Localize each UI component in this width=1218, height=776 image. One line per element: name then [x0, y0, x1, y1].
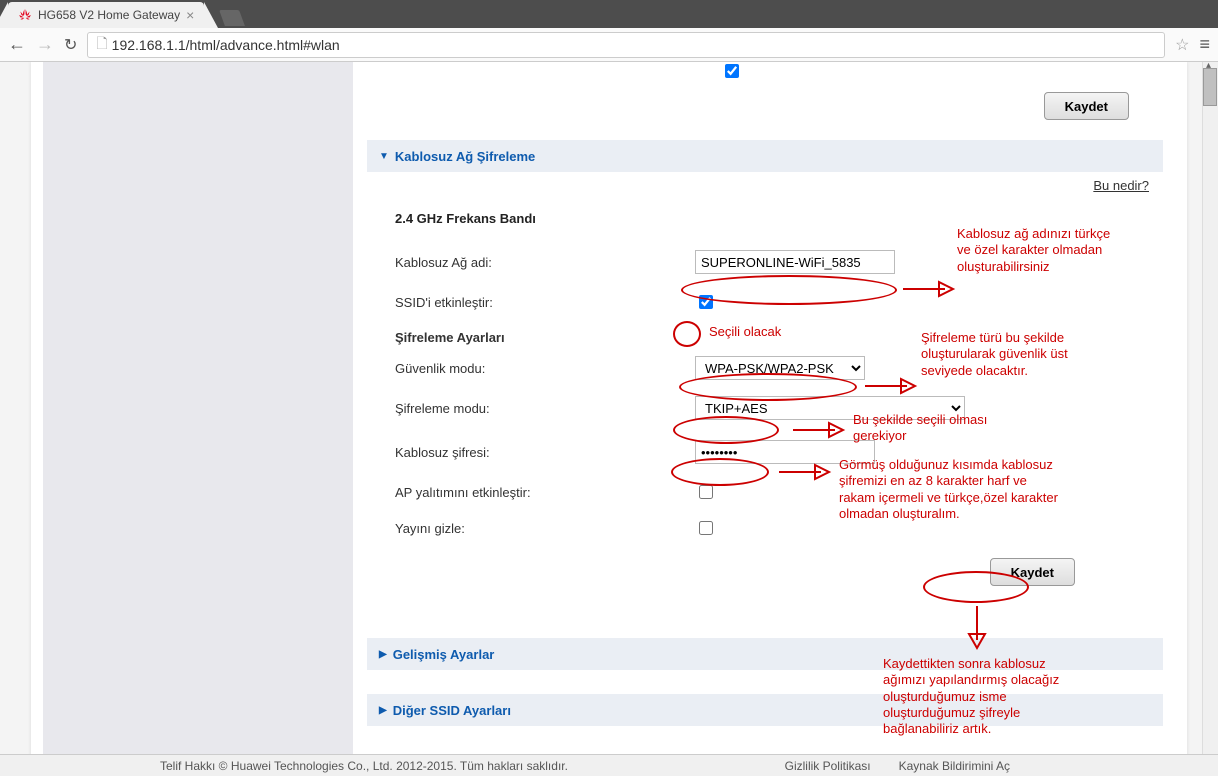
viewport: Kaydet ▼ Kablosuz Ağ Şifreleme Bu nedir?…	[0, 62, 1218, 776]
top-checkbox[interactable]	[725, 64, 739, 78]
url-bar[interactable]: 🗋 192.168.1.1/html/advance.html#wlan	[87, 32, 1165, 58]
page-background: Kaydet ▼ Kablosuz Ağ Şifreleme Bu nedir?…	[0, 62, 1218, 776]
tab-bar: HG658 V2 Home Gateway ×	[0, 0, 1218, 28]
forward-button[interactable]: →	[36, 34, 54, 55]
section-other-ssid[interactable]: ▶ Diğer SSID Ayarları	[367, 694, 1163, 726]
cutoff-row	[367, 62, 1163, 80]
save-button-top[interactable]: Kaydet	[1044, 92, 1129, 120]
scrollbar-thumb[interactable]	[1203, 68, 1217, 106]
ssid-label: Kablosuz Ağ adi:	[395, 255, 695, 270]
scrollbar[interactable]: ▴ ▾	[1202, 62, 1218, 776]
section-wifi-encryption[interactable]: ▼ Kablosuz Ağ Şifreleme	[367, 140, 1163, 172]
url-text: 192.168.1.1/html/advance.html#wlan	[112, 37, 340, 53]
ssid-enable-label: SSID'i etkinleştir:	[395, 295, 695, 310]
huawei-logo-icon	[18, 8, 32, 22]
help-link[interactable]: Bu nedir?	[1093, 178, 1149, 193]
sidebar	[43, 62, 353, 776]
reload-button[interactable]: ↻	[64, 35, 77, 55]
tab-title: HG658 V2 Home Gateway	[38, 8, 180, 22]
wifi-settings-form: 2.4 GHz Frekans Bandı Kablosuz Ağ adi: S…	[367, 193, 1163, 614]
chevron-right-icon: ▶	[379, 649, 387, 660]
main-content: Kaydet ▼ Kablosuz Ağ Şifreleme Bu nedir?…	[353, 62, 1175, 776]
password-label: Kablosuz şifresi:	[395, 445, 695, 460]
browser-chrome: HG658 V2 Home Gateway × ← → ↻ 🗋 192.168.…	[0, 0, 1218, 62]
privacy-link[interactable]: Gizlilik Politikası	[785, 759, 871, 773]
security-mode-label: Güvenlik modu:	[395, 361, 695, 376]
toolbar: ← → ↻ 🗋 192.168.1.1/html/advance.html#wl…	[0, 28, 1218, 62]
section-title: Gelişmiş Ayarlar	[393, 647, 495, 662]
ap-isolation-label: AP yalıtımını etkinleştir:	[395, 485, 695, 500]
footer: Telif Hakkı © Huawei Technologies Co., L…	[0, 754, 1218, 776]
section-title: Diğer SSID Ayarları	[393, 703, 511, 718]
hide-broadcast-label: Yayını gizle:	[395, 521, 695, 536]
ap-isolation-checkbox[interactable]	[699, 485, 713, 499]
password-input[interactable]	[695, 440, 875, 464]
source-link[interactable]: Kaynak Bildirimini Aç	[899, 759, 1010, 773]
back-button[interactable]: ←	[8, 34, 26, 55]
browser-tab[interactable]: HG658 V2 Home Gateway ×	[8, 2, 204, 28]
ssid-enable-checkbox[interactable]	[699, 295, 713, 309]
ssid-input[interactable]	[695, 250, 895, 274]
content-wrapper: Kaydet ▼ Kablosuz Ağ Şifreleme Bu nedir?…	[31, 62, 1187, 776]
band-title: 2.4 GHz Frekans Bandı	[395, 211, 1163, 226]
copyright-text: Telif Hakkı © Huawei Technologies Co., L…	[160, 759, 568, 773]
close-icon[interactable]: ×	[186, 7, 194, 23]
section-advanced-settings[interactable]: ▶ Gelişmiş Ayarlar	[367, 638, 1163, 670]
section-title: Kablosuz Ağ Şifreleme	[395, 149, 535, 164]
new-tab-button[interactable]	[219, 10, 245, 26]
encryption-settings-label: Şifreleme Ayarları	[395, 330, 695, 345]
menu-icon[interactable]: ≡	[1199, 34, 1210, 55]
hide-broadcast-checkbox[interactable]	[699, 521, 713, 535]
chevron-right-icon: ▶	[379, 705, 387, 716]
chevron-down-icon: ▼	[379, 151, 389, 162]
bookmark-icon[interactable]: ☆	[1175, 35, 1189, 55]
save-button-bottom[interactable]: Kaydet	[990, 558, 1075, 586]
file-icon: 🗋	[96, 33, 107, 57]
encryption-mode-label: Şifreleme modu:	[395, 401, 695, 416]
security-mode-select[interactable]: WPA-PSK/WPA2-PSK	[695, 356, 865, 380]
encryption-mode-select[interactable]: TKIP+AES	[695, 396, 965, 420]
